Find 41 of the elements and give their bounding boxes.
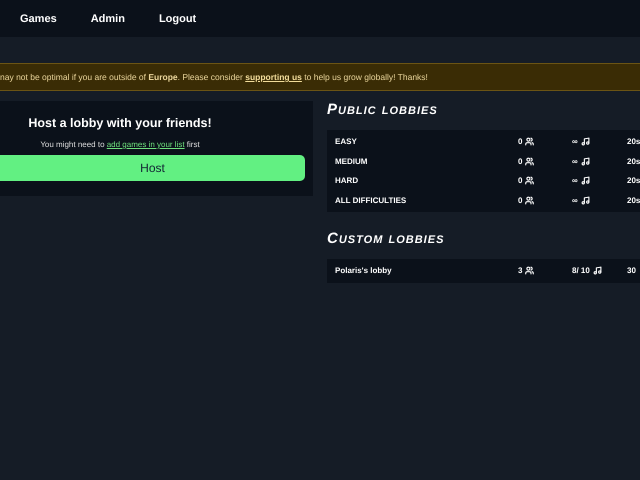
section-heading: Custom lobbies <box>327 230 446 249</box>
lobby-name: HARD <box>335 176 360 186</box>
lobby-name: Polaris's lobby <box>335 266 393 276</box>
music-icon <box>592 266 602 276</box>
users-icon <box>525 196 534 205</box>
host-button[interactable]: Host <box>0 155 305 181</box>
lobby-name: EASY <box>335 137 358 146</box>
music-icon <box>580 137 590 146</box>
music-icon <box>580 176 590 186</box>
section-heading: Public lobbies <box>327 101 439 120</box>
round-time: 20s <box>627 176 640 186</box>
lobby-name: ALL DIFFICULTIES <box>335 196 408 205</box>
support-link[interactable]: supporting us <box>245 72 302 82</box>
song-count: 8/ 10 <box>572 266 590 276</box>
song-count: ∞ <box>572 176 578 186</box>
music-icon <box>580 196 590 205</box>
music-icon <box>580 156 590 166</box>
song-count: ∞ <box>572 137 578 146</box>
nav-link[interactable]: Games <box>20 12 57 24</box>
nav-link[interactable]: Logout <box>158 12 196 24</box>
card-title: Host a lobby with your friends! <box>28 116 212 130</box>
hint-text: You might need to add games in your list first <box>40 140 200 149</box>
player-count: 0 <box>518 156 522 166</box>
users-icon <box>525 176 534 186</box>
player-count: 0 <box>518 137 522 146</box>
player-count: 0 <box>518 196 522 205</box>
round-time: 30 <box>627 266 637 276</box>
users-icon <box>525 266 534 276</box>
notice-text: nay not be optimal if you are outside of Europe. Please consider supporting us to help us grow globally! Thanks! <box>0 72 428 82</box>
round-time: 20s <box>627 156 640 166</box>
song-count: ∞ <box>572 156 578 166</box>
users-icon <box>525 137 534 146</box>
lobby-name: MEDIUM <box>335 156 368 166</box>
player-count: 3 <box>518 266 522 276</box>
add-games-link[interactable]: add games in your list <box>106 140 185 149</box>
round-time: 20s <box>627 137 640 146</box>
round-time: 20s <box>627 196 640 205</box>
player-count: 0 <box>518 176 522 186</box>
users-icon <box>525 156 534 166</box>
nav-link[interactable]: Admin <box>90 12 125 24</box>
song-count: ∞ <box>572 196 578 205</box>
